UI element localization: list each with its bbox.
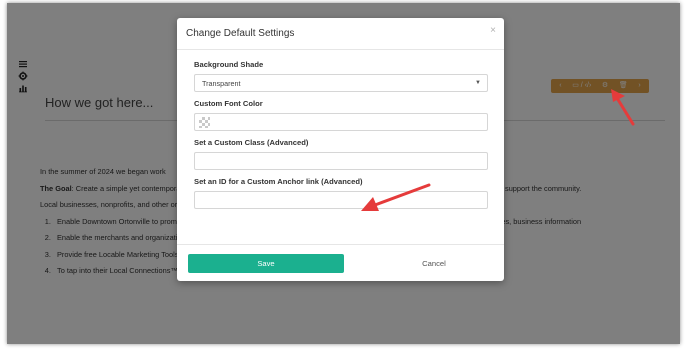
custom-class-input[interactable] [194,152,488,170]
background-shade-label: Background Shade [194,60,264,69]
anchor-id-label: Set an ID for a Custom Anchor link (Adva… [194,177,363,186]
font-color-label: Custom Font Color [194,99,263,108]
font-color-picker[interactable] [194,113,488,131]
modal-title: Change Default Settings [186,28,295,39]
modal-body: Background Shade Transparent ▼ Custom Fo… [194,60,488,216]
close-icon[interactable]: × [490,25,496,36]
anchor-id-input[interactable] [194,191,488,209]
chevron-down-icon: ▼ [475,80,481,86]
settings-modal: Change Default Settings × Background Sha… [177,18,504,281]
modal-header: Change Default Settings × [177,18,504,50]
transparent-swatch-icon[interactable] [199,117,210,128]
background-shade-select[interactable]: Transparent ▼ [194,74,488,92]
background-shade-value: Transparent [202,79,241,88]
screenshot-frame: How we got here... ‹ ▭ / ‹/› ⚙ 🗑 › In th… [7,3,680,344]
save-button[interactable]: Save [188,254,344,273]
custom-class-label: Set a Custom Class (Advanced) [194,138,309,147]
modal-footer: Save Cancel [177,244,504,281]
cancel-button[interactable]: Cancel [384,254,484,273]
